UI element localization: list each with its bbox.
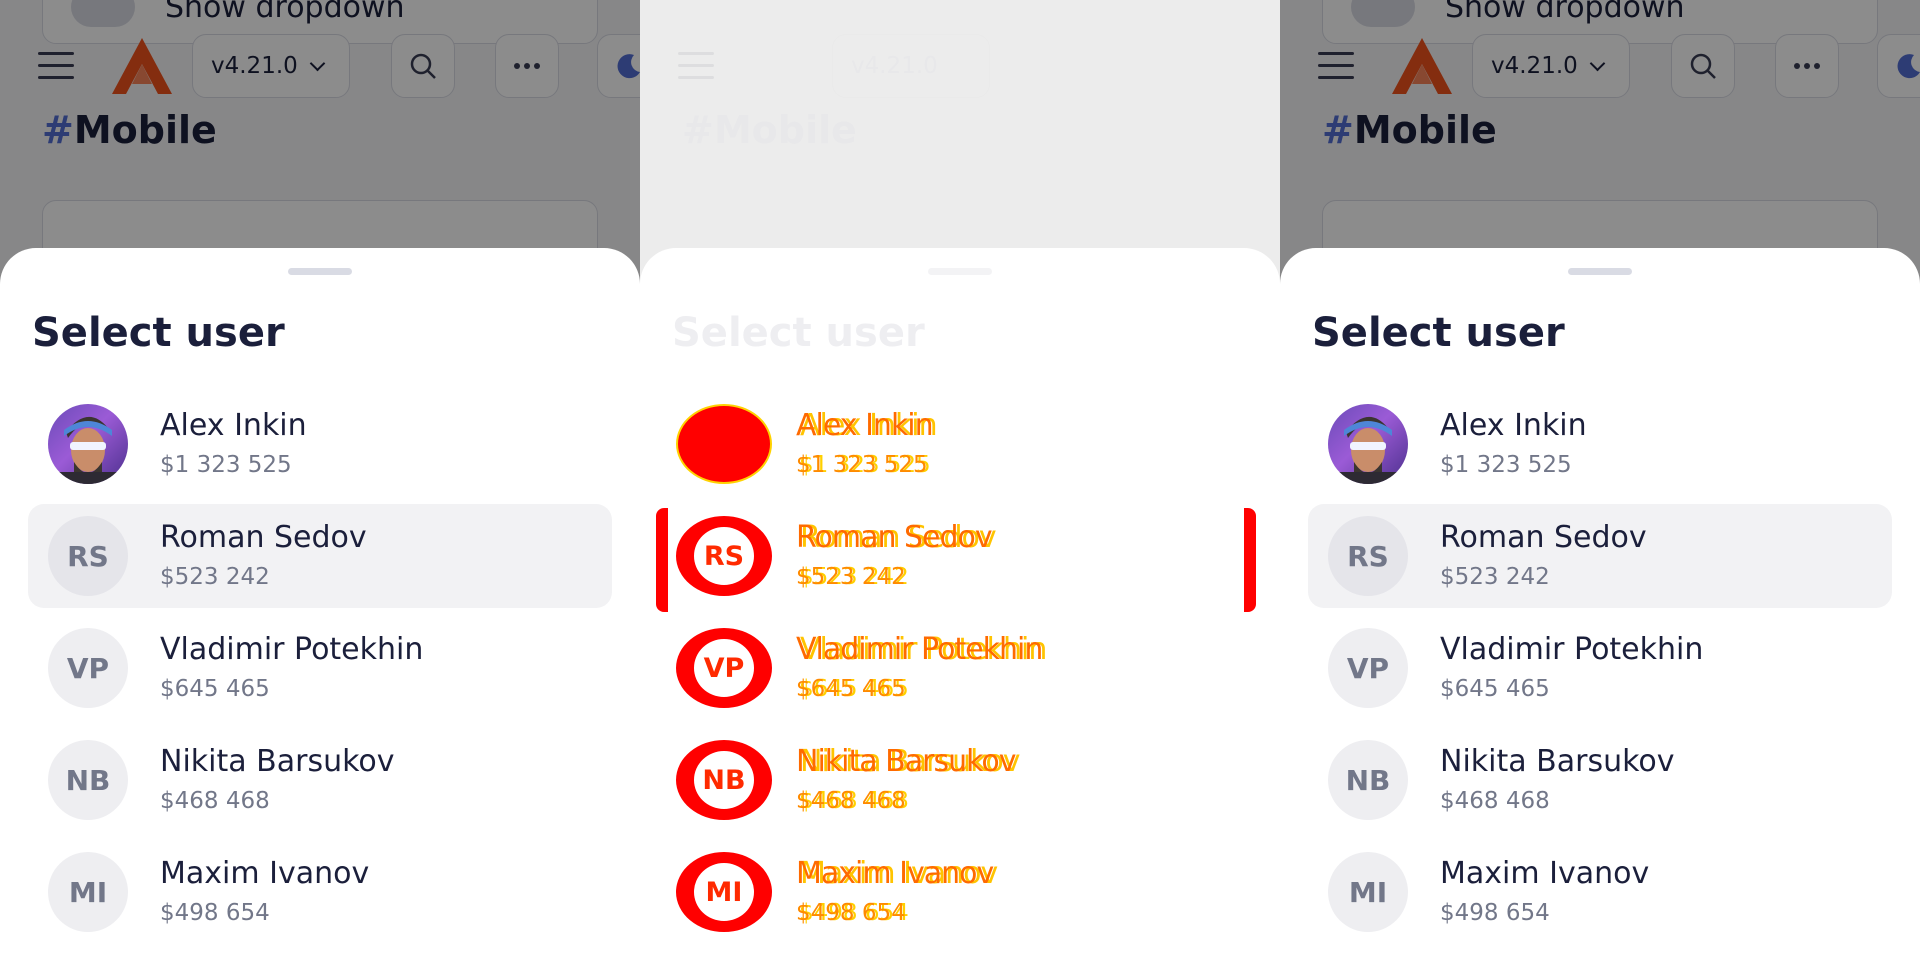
user-amount: $498 654 bbox=[1440, 900, 1550, 926]
user-photo-icon bbox=[1338, 416, 1398, 484]
avatar: MI bbox=[48, 852, 128, 932]
user-name: Vladimir Potekhin bbox=[160, 632, 424, 667]
user-item[interactable]: MI Maxim Ivanov $498 654 bbox=[28, 840, 612, 944]
right-screen: Show dropdown v4.21.0 #Mobile Select use… bbox=[1280, 0, 1920, 960]
user-amount: $523 242 bbox=[160, 564, 270, 590]
avatar: VP bbox=[48, 628, 128, 708]
avatar bbox=[1328, 404, 1408, 484]
user-name: Maxim Ivanov bbox=[160, 856, 370, 891]
user-name: Alex Inkin bbox=[160, 408, 307, 443]
user-name: Maxim Ivanov bbox=[1440, 856, 1650, 891]
user-item[interactable]: VP Vladimir Potekhin $645 465 bbox=[1308, 616, 1892, 720]
user-amount: $645 465 bbox=[796, 676, 906, 702]
user-name: Maxim Ivanov bbox=[796, 856, 994, 891]
avatar bbox=[48, 404, 128, 484]
user-photo-icon bbox=[58, 416, 118, 484]
diff-screen: v4.21.0 #Mobile Select user Alex Inkin $… bbox=[640, 0, 1280, 960]
user-name: Alex Inkin bbox=[796, 408, 934, 443]
avatar: VP bbox=[676, 628, 772, 708]
user-name: Nikita Barsukov bbox=[796, 744, 1017, 779]
bottom-sheet: Select user Alex Inkin $1 323 525 RS Rom… bbox=[0, 248, 640, 960]
user-amount: $468 468 bbox=[796, 788, 906, 814]
user-item-selected[interactable]: RS Roman Sedov $523 242 bbox=[1308, 504, 1892, 608]
user-item[interactable]: Alex Inkin $1 323 525 bbox=[28, 392, 612, 496]
screens-container: Show dropdown v4.21.0 #Mobile Select use… bbox=[0, 0, 1920, 960]
user-item[interactable]: VP Vladimir Potekhin $645 465 bbox=[28, 616, 612, 720]
user-amount: $645 465 bbox=[1440, 676, 1550, 702]
sheet-drag-handle bbox=[928, 268, 992, 275]
sheet-drag-handle[interactable] bbox=[1568, 268, 1632, 275]
user-amount: $1 323 525 bbox=[1440, 452, 1572, 478]
sheet-title: Select user bbox=[672, 310, 925, 356]
user-amount: $1 323 525 bbox=[160, 452, 292, 478]
user-amount: $498 654 bbox=[796, 900, 906, 926]
section-title: #Mobile bbox=[682, 108, 857, 152]
user-amount: $498 654 bbox=[160, 900, 270, 926]
avatar: MI bbox=[676, 852, 772, 932]
user-item: NB Nikita Barsukov $468 468 bbox=[664, 728, 1248, 832]
user-item: MI Maxim Ivanov $498 654 bbox=[664, 840, 1248, 944]
sheet-drag-handle[interactable] bbox=[288, 268, 352, 275]
user-list: Alex Inkin $1 323 525 RS Roman Sedov $52… bbox=[1308, 392, 1892, 952]
user-name: Nikita Barsukov bbox=[1440, 744, 1675, 779]
user-amount: $468 468 bbox=[160, 788, 270, 814]
user-name: Vladimir Potekhin bbox=[796, 632, 1043, 667]
version-select: v4.21.0 bbox=[832, 34, 990, 98]
avatar: RS bbox=[48, 516, 128, 596]
sheet-title: Select user bbox=[32, 310, 285, 356]
avatar bbox=[676, 404, 772, 484]
user-item: VP Vladimir Potekhin $645 465 bbox=[664, 616, 1248, 720]
user-item-selected[interactable]: RS Roman Sedov $523 242 bbox=[28, 504, 612, 608]
bottom-sheet: Select user Alex Inkin $1 323 525 RS Rom… bbox=[640, 248, 1280, 960]
user-item[interactable]: Alex Inkin $1 323 525 bbox=[1308, 392, 1892, 496]
user-list: Alex Inkin $1 323 525 RS Roman Sedov $52… bbox=[28, 392, 612, 952]
user-list: Alex Inkin $1 323 525 RS Roman Sedov $52… bbox=[664, 392, 1248, 952]
avatar: VP bbox=[1328, 628, 1408, 708]
user-item[interactable]: NB Nikita Barsukov $468 468 bbox=[28, 728, 612, 832]
user-amount: $468 468 bbox=[1440, 788, 1550, 814]
user-item: RS Roman Sedov $523 242 bbox=[664, 504, 1248, 608]
user-name: Vladimir Potekhin bbox=[1440, 632, 1704, 667]
sheet-title: Select user bbox=[1312, 310, 1565, 356]
user-amount: $645 465 bbox=[160, 676, 270, 702]
user-name: Alex Inkin bbox=[1440, 408, 1587, 443]
avatar: NB bbox=[676, 740, 772, 820]
avatar: RS bbox=[1328, 516, 1408, 596]
user-amount: $1 323 525 bbox=[796, 452, 928, 478]
user-amount: $523 242 bbox=[796, 564, 906, 590]
user-name: Roman Sedov bbox=[796, 520, 993, 555]
user-name: Roman Sedov bbox=[1440, 520, 1647, 555]
user-name: Nikita Barsukov bbox=[160, 744, 395, 779]
avatar: NB bbox=[48, 740, 128, 820]
user-name: Roman Sedov bbox=[160, 520, 367, 555]
version-label: v4.21.0 bbox=[851, 53, 938, 79]
bottom-sheet: Select user Alex Inkin $1 323 525 RS Rom… bbox=[1280, 248, 1920, 960]
menu-icon bbox=[678, 52, 714, 80]
avatar: MI bbox=[1328, 852, 1408, 932]
user-amount: $523 242 bbox=[1440, 564, 1550, 590]
user-item: Alex Inkin $1 323 525 bbox=[664, 392, 1248, 496]
avatar: NB bbox=[1328, 740, 1408, 820]
left-screen: Show dropdown v4.21.0 #Mobile Select use… bbox=[0, 0, 640, 960]
user-item[interactable]: MI Maxim Ivanov $498 654 bbox=[1308, 840, 1892, 944]
user-item[interactable]: NB Nikita Barsukov $468 468 bbox=[1308, 728, 1892, 832]
avatar: RS bbox=[676, 516, 772, 596]
